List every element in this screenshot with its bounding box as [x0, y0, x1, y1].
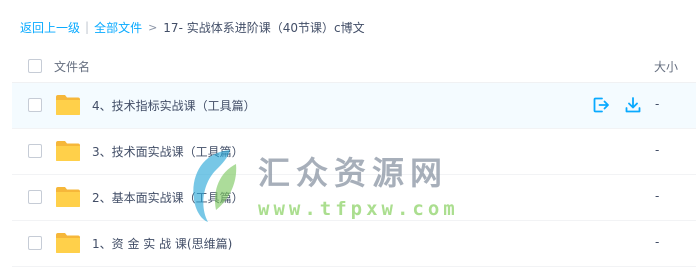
row-checkbox[interactable]: [28, 190, 42, 204]
folder-icon: [56, 187, 80, 207]
file-row[interactable]: 2、基本面实战课（工具篇） -: [12, 175, 696, 221]
current-folder-title: 17- 实战体系进阶课（40节课）c博文: [163, 20, 365, 35]
folder-icon: [56, 95, 80, 115]
column-header-name[interactable]: 文件名: [54, 58, 90, 75]
file-name[interactable]: 4、技术指标实战课（工具篇）: [92, 97, 256, 114]
file-row[interactable]: 1、资 金 实 战 课(思维篇) -: [12, 221, 696, 267]
download-icon[interactable]: [624, 96, 642, 114]
row-actions: [592, 96, 642, 114]
file-size: -: [655, 97, 660, 111]
file-name[interactable]: 2、基本面实战课（工具篇）: [92, 189, 244, 206]
share-icon[interactable]: [592, 96, 610, 114]
file-name[interactable]: 1、资 金 实 战 课(思维篇): [92, 235, 232, 252]
list-header: 文件名 大小: [12, 52, 696, 83]
file-row[interactable]: 3、技术面实战课（工具篇） -: [12, 129, 696, 175]
folder-icon: [56, 141, 80, 161]
file-row[interactable]: 4、技术指标实战课（工具篇） -: [12, 83, 696, 129]
folder-icon: [56, 233, 80, 253]
column-header-size[interactable]: 大小: [654, 58, 678, 75]
back-link[interactable]: 返回上一级: [20, 19, 80, 36]
select-all-checkbox[interactable]: [28, 59, 42, 73]
file-size: -: [655, 189, 660, 203]
row-checkbox[interactable]: [28, 144, 42, 158]
file-size: -: [655, 143, 660, 157]
file-size: -: [655, 235, 660, 249]
row-checkbox[interactable]: [28, 98, 42, 112]
breadcrumb-arrow: >: [148, 20, 158, 34]
file-name[interactable]: 3、技术面实战课（工具篇）: [92, 143, 244, 160]
breadcrumb: 返回上一级 | 全部文件 > 17- 实战体系进阶课（40节课）c博文: [20, 17, 365, 37]
file-list: 4、技术指标实战课（工具篇） - 3、技术面实战课（工具篇） - 2、基本面实战…: [12, 83, 696, 267]
all-files-link[interactable]: 全部文件: [94, 19, 142, 36]
breadcrumb-separator: |: [85, 20, 90, 34]
file-browser: 返回上一级 | 全部文件 > 17- 实战体系进阶课（40节课）c博文 文件名 …: [0, 0, 696, 269]
row-checkbox[interactable]: [28, 236, 42, 250]
